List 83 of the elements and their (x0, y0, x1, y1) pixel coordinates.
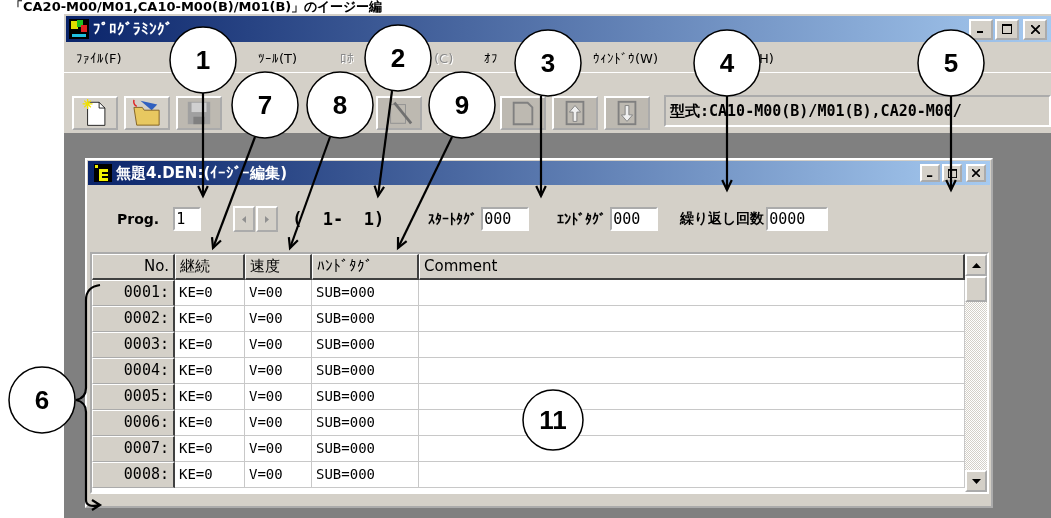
callout-marker: 9 (428, 71, 496, 139)
table-cell: V=00 (245, 462, 312, 488)
table-cell: V=00 (245, 280, 312, 306)
table-cell: V=00 (245, 332, 312, 358)
table-cell: V=00 (245, 306, 312, 332)
table-cell: KE=0 (175, 384, 245, 410)
close-icon (1030, 24, 1040, 34)
end-tag-field[interactable]: 000 (610, 207, 659, 231)
minimize-button[interactable] (920, 164, 940, 182)
callout-marker: 7 (231, 71, 299, 139)
table-cell: SUB=000 (312, 280, 419, 306)
caption-text: 「CA20-M00/M01,CA10-M00(B)/M01(B)」のイージー編 (9, 0, 384, 14)
scroll-down-button[interactable] (965, 470, 987, 492)
toolbar-button[interactable] (72, 96, 118, 130)
start-tag-field[interactable]: 000 (481, 207, 530, 231)
row-header[interactable]: 0001: (92, 280, 175, 306)
row-header[interactable]: 0006: (92, 410, 175, 436)
table-cell: V=00 (245, 436, 312, 462)
upload-icon (563, 99, 587, 127)
row-header[interactable]: 0005: (92, 384, 175, 410)
table-cell: KE=0 (175, 358, 245, 384)
scrollbar[interactable] (965, 254, 987, 492)
maximize-icon (1002, 24, 1012, 34)
table-cell: SUB=000 (312, 436, 419, 462)
callout-marker: 8 (306, 71, 374, 139)
table-cell: KE=0 (175, 332, 245, 358)
maximize-icon (947, 168, 957, 178)
left-arrow-icon (242, 215, 247, 223)
table-cell: SUB=000 (312, 306, 419, 332)
callout-marker: 6 (8, 366, 76, 434)
repeat-count-field[interactable]: 0000 (766, 207, 829, 231)
table-cell: SUB=000 (312, 410, 419, 436)
table-cell: SUB=000 (312, 358, 419, 384)
row-header[interactable]: 0007: (92, 436, 175, 462)
down-arrow-icon (971, 478, 981, 484)
scroll-up-button[interactable] (965, 254, 987, 276)
column-header[interactable]: 継続 (175, 254, 245, 280)
callout-marker: 1 (169, 26, 237, 94)
table-cell: SUB=000 (312, 384, 419, 410)
close-icon (972, 169, 980, 177)
table-cell: KE=0 (175, 410, 245, 436)
column-header[interactable]: Comment (419, 254, 965, 280)
column-header[interactable]: ﾊﾝﾄﾞﾀｸﾞ (312, 254, 419, 280)
row-header[interactable]: 0004: (92, 358, 175, 384)
close-button[interactable] (966, 164, 986, 182)
menu-item[interactable]: ﾌｧｲﾙ(F) (76, 50, 122, 66)
callout-marker: 11 (522, 389, 584, 451)
table-cell: KE=0 (175, 462, 245, 488)
up-arrow-icon (971, 262, 981, 268)
menu-item[interactable]: ﾂｰﾙ(T) (258, 50, 298, 66)
download-icon (615, 99, 639, 127)
document-app-icon (94, 164, 112, 182)
table-cell: SUB=000 (312, 332, 419, 358)
menu-item[interactable]: H) (759, 50, 774, 66)
menu-item[interactable]: ｳｨﾝﾄﾞｳ(W) (593, 50, 658, 66)
maximize-button[interactable] (995, 18, 1019, 40)
table-cell: V=00 (245, 358, 312, 384)
column-header[interactable]: No. (92, 254, 175, 280)
table-cell: KE=0 (175, 280, 245, 306)
prog-label: Prog. (117, 211, 160, 227)
scroll-thumb[interactable] (965, 276, 987, 302)
row-header[interactable]: 0008: (92, 462, 175, 488)
callout-marker: 3 (514, 29, 582, 97)
prog-number-field[interactable]: 1 (173, 207, 202, 231)
table-cell: SUB=000 (312, 462, 419, 488)
callout-marker: 5 (917, 29, 985, 97)
callout-marker: 4 (693, 29, 761, 97)
right-arrow-icon (265, 215, 270, 223)
table-cell: KE=0 (175, 306, 245, 332)
repeat-count-label: 繰り返し回数 (680, 210, 765, 228)
callout-marker: 2 (364, 24, 432, 92)
table-cell: V=00 (245, 410, 312, 436)
close-button[interactable] (1023, 18, 1047, 40)
table-cell: KE=0 (175, 436, 245, 462)
end-tag-label: ｴﾝﾄﾞﾀｸﾞ (557, 211, 607, 227)
start-tag-label: ｽﾀｰﾄﾀｸﾞ (428, 211, 478, 227)
row-header[interactable]: 0002: (92, 306, 175, 332)
app-logo-icon (69, 19, 89, 39)
table-cell: V=00 (245, 384, 312, 410)
menu-item[interactable]: ｵﾌ (484, 50, 498, 66)
row-header[interactable]: 0003: (92, 332, 175, 358)
column-header[interactable]: 速度 (245, 254, 312, 280)
minimize-button[interactable] (969, 18, 993, 40)
